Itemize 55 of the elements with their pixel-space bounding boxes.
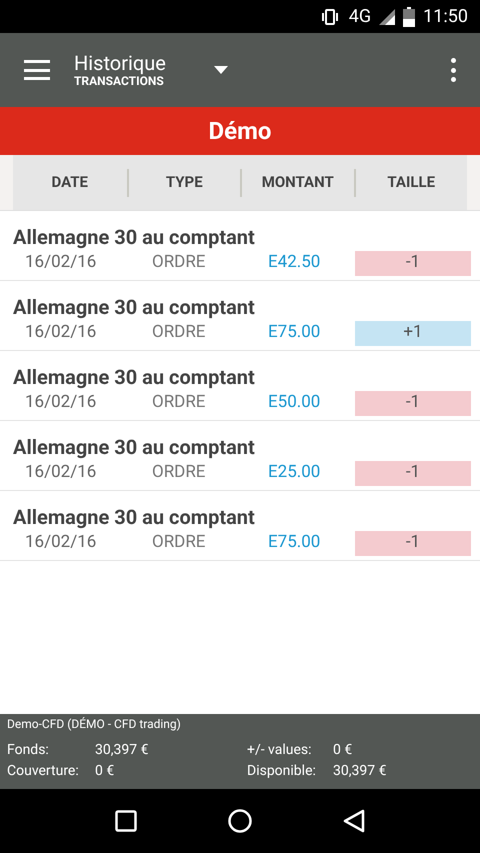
dropdown-caret-icon <box>214 66 228 74</box>
transaction-row[interactable]: Allemagne 30 au comptant 16/02/16 ORDRE E25.00 -1 <box>0 421 480 491</box>
date-cell-text: 16/02/16 <box>24 321 98 344</box>
summary-value: 30,397 € <box>95 741 148 760</box>
column-header[interactable]: DATE <box>51 171 88 194</box>
date-cell-text: 16/02/16 <box>24 531 98 554</box>
amount-cell-text: E75.00 <box>267 321 322 344</box>
summary-label: Fonds: <box>7 741 50 760</box>
date-cell-text: 16/02/16 <box>24 391 98 414</box>
summary-value: 0 € <box>95 762 114 781</box>
more-options-button[interactable] <box>450 58 456 82</box>
view-dropdown[interactable]: Historique TRANSACTIONS <box>74 52 228 88</box>
type-cell-text: ORDRE <box>151 321 206 344</box>
date-cell-text: 16/02/16 <box>24 251 98 274</box>
size-cell: -1 <box>355 250 471 276</box>
instrument-name: Allemagne 30 au comptant <box>13 435 256 459</box>
summary-label: Disponible: <box>247 762 317 781</box>
demo-banner: Démo <box>0 107 480 155</box>
recents-icon[interactable] <box>115 810 138 832</box>
clock: 11:50 <box>423 5 468 29</box>
size-cell: -1 <box>355 390 471 416</box>
summary-label: +/- values: <box>247 741 313 760</box>
transaction-row[interactable]: Allemagne 30 au comptant 16/02/16 ORDRE E50.00 -1 <box>0 351 480 421</box>
amount-cell-text: E75.00 <box>267 531 322 554</box>
menu-button[interactable] <box>24 60 50 80</box>
instrument-name: Allemagne 30 au comptant <box>13 365 256 389</box>
column-header[interactable]: TAILLE <box>387 171 436 194</box>
type-cell-text: ORDRE <box>151 461 206 484</box>
transaction-row[interactable]: Allemagne 30 au comptant 16/02/16 ORDRE E42.50 -1 <box>0 211 480 281</box>
size-cell: -1 <box>355 530 471 556</box>
date-cell-text: 16/02/16 <box>24 461 98 484</box>
type-cell-text: ORDRE <box>151 531 206 554</box>
type-cell-text: ORDRE <box>151 391 206 414</box>
instrument-name: Allemagne 30 au comptant <box>13 225 256 249</box>
summary-value: 0 € <box>333 741 352 760</box>
amount-cell-text: E50.00 <box>267 391 322 414</box>
summary-value: 30,397 € <box>333 762 386 781</box>
signal-icon <box>379 8 396 24</box>
battery-icon <box>403 6 416 26</box>
column-header[interactable]: MONTANT <box>262 171 334 194</box>
instrument-name: Allemagne 30 au comptant <box>13 295 256 319</box>
summary-label: Couverture: <box>7 762 80 781</box>
network-label: 4G <box>348 5 372 29</box>
transaction-row[interactable]: Allemagne 30 au comptant 16/02/16 ORDRE E75.00 -1 <box>0 491 480 561</box>
amount-cell-text: E42.50 <box>267 251 322 274</box>
home-icon[interactable] <box>228 809 252 833</box>
size-cell: -1 <box>355 460 471 486</box>
instrument-name: Allemagne 30 au comptant <box>13 505 256 529</box>
column-header[interactable]: TYPE <box>166 171 203 194</box>
account-name: Demo-CFD (DÉMO - CFD trading) <box>7 716 182 732</box>
size-cell: +1 <box>355 320 471 346</box>
type-cell-text: ORDRE <box>151 251 206 274</box>
back-icon[interactable] <box>342 809 365 833</box>
amount-cell-text: E25.00 <box>267 461 322 484</box>
transaction-row[interactable]: Allemagne 30 au comptant 16/02/16 ORDRE E75.00 +1 <box>0 281 480 351</box>
